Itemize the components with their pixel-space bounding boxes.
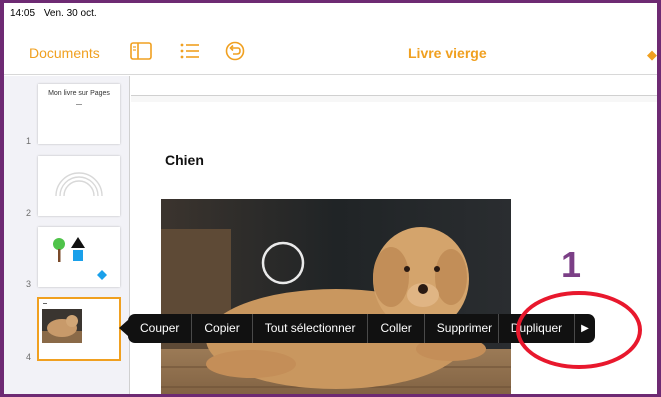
page-number-4: 4 [26, 352, 32, 362]
page-number-2: 2 [26, 208, 32, 218]
annotation-step-number: 1 [561, 244, 582, 285]
page-thumbnail-1[interactable]: Mon livre sur Pages [38, 84, 120, 144]
page-thumbnail-sidebar: Mon livre sur Pages 1 2 3 4 [4, 76, 130, 394]
thumb-line [43, 303, 47, 304]
previous-page-edge [131, 76, 657, 96]
list-icon[interactable] [178, 40, 202, 62]
toolbar-edge-icon[interactable]: ◆ [647, 47, 657, 63]
rainbow-drawing-icon [55, 172, 103, 197]
page-heading[interactable]: Chien [165, 152, 204, 168]
thumb-title: Mon livre sur Pages [48, 90, 110, 97]
status-time: 14:05 [10, 8, 36, 19]
menu-item-cut[interactable]: Couper [128, 314, 193, 343]
undo-icon[interactable] [223, 40, 247, 62]
toolbar: Documents Livre vierge ◆ [4, 23, 657, 75]
thumb-line [76, 104, 82, 105]
status-date: Ven. 30 oct. [43, 8, 97, 19]
page-number-3: 3 [26, 279, 32, 289]
shapes-drawing-icon [53, 237, 107, 280]
dog-photo-thumbnail [42, 309, 82, 343]
dog-image [161, 199, 511, 394]
document-title: Livre vierge [408, 45, 487, 61]
page-thumbnail-4[interactable] [37, 297, 121, 361]
page-number-1: 1 [26, 136, 32, 146]
menu-item-delete[interactable]: Supprimer [425, 314, 499, 343]
page-thumbnail-2[interactable] [38, 156, 120, 216]
documents-button[interactable]: Documents [29, 45, 100, 61]
dog-photo[interactable] [161, 199, 511, 394]
status-bar: 14:05 Ven. 30 oct. [4, 3, 657, 23]
annotation-highlight-ellipse [516, 291, 642, 369]
sidebar-icon[interactable] [129, 40, 153, 62]
menu-item-copy[interactable]: Copier [192, 314, 253, 343]
context-menu-pointer [119, 320, 128, 336]
app-window: 14:05 Ven. 30 oct. Documents Livre vierg… [0, 0, 661, 397]
menu-item-paste[interactable]: Coller [368, 314, 425, 343]
page-thumbnail-3[interactable] [38, 227, 120, 287]
menu-item-select-all[interactable]: Tout sélectionner [253, 314, 369, 343]
